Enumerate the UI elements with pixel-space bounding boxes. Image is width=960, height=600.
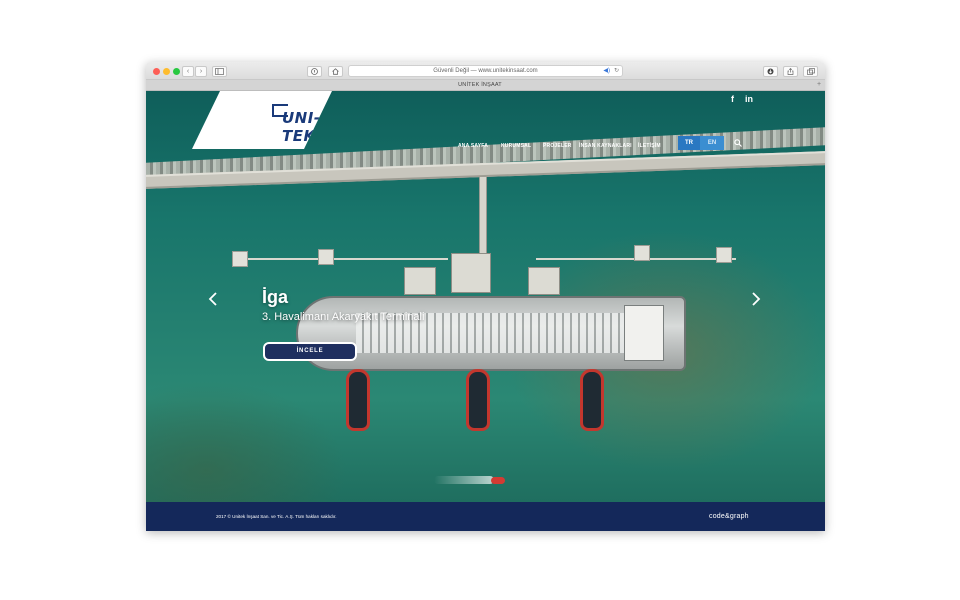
hero-image-dolphin xyxy=(716,247,732,263)
hero-image-speedboat xyxy=(491,477,505,484)
tab-active[interactable]: UNİTEK İNŞAAT xyxy=(146,80,814,91)
slide-subtitle: 3. Havalimanı Akaryakıt Terminali xyxy=(262,311,425,323)
hero-image-dolphin xyxy=(232,251,248,267)
site-footer: 2017 © Unitek İnşaat San. ve Tic. A.Ş. T… xyxy=(146,502,825,531)
nav-item-home[interactable]: ANA SAYFA xyxy=(458,140,488,152)
zoom-window-button[interactable] xyxy=(173,68,180,75)
minimize-window-button[interactable] xyxy=(163,68,170,75)
sidebar-toggle-button[interactable] xyxy=(212,66,227,77)
lang-en-button[interactable]: EN xyxy=(700,136,724,150)
lang-tr-button[interactable]: TR xyxy=(678,136,700,150)
slider-prev-arrow-icon[interactable] xyxy=(208,292,218,306)
tabs-icon xyxy=(806,68,815,75)
address-bar[interactable]: Güvenli Değil — www.unitekinsaat.com ◀) … xyxy=(348,65,623,77)
browser-toolbar: ‹ › Güvenli Değil — www.unitekinsaat.com… xyxy=(146,62,825,80)
tabs-overview-button[interactable] xyxy=(803,66,818,77)
slide-title: İga xyxy=(262,287,289,307)
slider-next-arrow-icon[interactable] xyxy=(751,292,761,306)
hero-slider: UNI-TEK f in ANA SAYFA KURUMSAL PROJELER… xyxy=(146,91,825,502)
copyright-text: 2017 © Unitek İnşaat San. ve Tic. A.Ş. T… xyxy=(216,514,337,519)
hero-image-dolphin xyxy=(634,245,650,261)
speaker-icon[interactable]: ◀) xyxy=(603,66,610,77)
agency-credit-link[interactable]: code&graph xyxy=(709,513,749,520)
nav-item-corporate[interactable]: KURUMSAL xyxy=(501,140,531,152)
hero-image-walkway-left xyxy=(238,258,448,260)
hero-image-platform xyxy=(404,267,436,295)
download-icon xyxy=(767,68,774,75)
browser-window: ‹ › Güvenli Değil — www.unitekinsaat.com… xyxy=(146,62,825,531)
slide-review-button[interactable]: İNCELE xyxy=(263,342,357,361)
new-tab-button[interactable]: + xyxy=(815,81,823,89)
tab-bar: UNİTEK İNŞAAT + xyxy=(146,80,825,91)
download-button[interactable] xyxy=(763,66,778,77)
search-icon[interactable] xyxy=(734,139,742,147)
hero-image-dolphin xyxy=(318,249,334,265)
share-button[interactable] xyxy=(783,66,798,77)
privacy-report-button[interactable] xyxy=(307,66,322,77)
sidebar-icon xyxy=(215,68,224,75)
shield-icon xyxy=(311,68,318,75)
hero-image-platform xyxy=(451,253,491,293)
hero-image-tanker-bridge xyxy=(624,305,664,361)
linkedin-icon[interactable]: in xyxy=(745,94,753,104)
facebook-icon[interactable]: f xyxy=(731,94,734,104)
home-button[interactable] xyxy=(328,66,343,77)
nav-item-careers[interactable]: İNSAN KAYNAKLARI xyxy=(579,140,632,152)
back-button[interactable]: ‹ xyxy=(182,66,194,77)
home-icon xyxy=(332,68,339,75)
nav-item-contact[interactable]: İLETİŞİM xyxy=(638,140,661,152)
nav-item-projects[interactable]: PROJELER xyxy=(543,140,572,152)
hero-image-tugboat xyxy=(466,369,490,431)
reload-icon[interactable]: ↻ xyxy=(614,66,619,77)
hero-image-tugboat xyxy=(580,369,604,431)
hero-image-tugboat xyxy=(346,369,370,431)
hero-image-wake xyxy=(434,476,494,484)
hero-image-platform xyxy=(528,267,560,295)
share-icon xyxy=(787,68,794,75)
address-text: Güvenli Değil — www.unitekinsaat.com xyxy=(433,68,538,74)
forward-button[interactable]: › xyxy=(195,66,207,77)
close-window-button[interactable] xyxy=(153,68,160,75)
